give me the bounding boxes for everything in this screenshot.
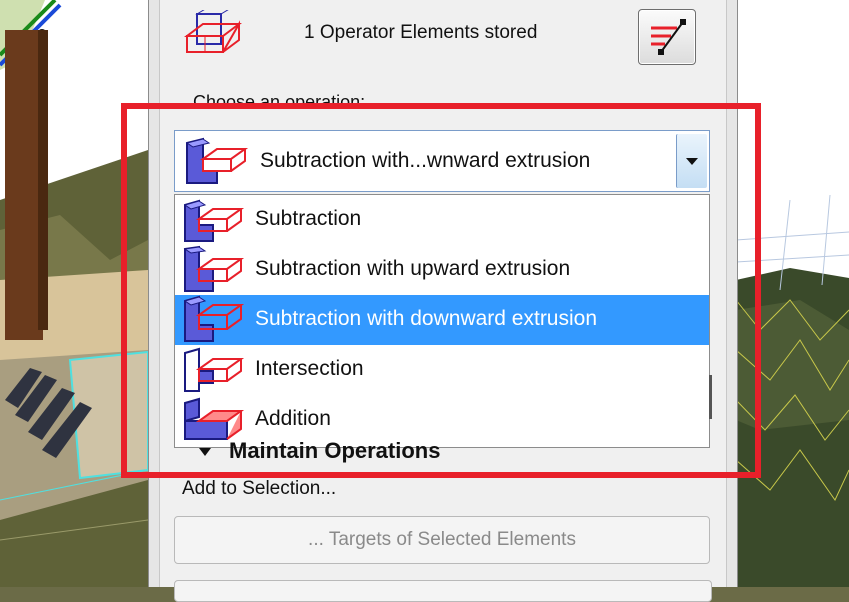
subtraction-downward-icon <box>185 137 249 184</box>
option-label: Intersection <box>255 357 364 380</box>
subtraction-upward-icon <box>183 245 245 292</box>
operator-elements-icon <box>184 10 242 53</box>
option-subtraction-upward[interactable]: Subtraction with upward extrusion <box>175 245 709 295</box>
intersection-icon <box>184 347 245 392</box>
option-subtraction[interactable]: Subtraction <box>175 195 709 245</box>
option-label: Addition <box>255 407 331 430</box>
choose-operation-label: Choose an operation: <box>193 92 366 103</box>
chevron-down-icon <box>686 158 698 165</box>
panel-right-edge <box>726 0 737 587</box>
connection-tool-icon <box>651 19 686 55</box>
targets-of-selected-button[interactable]: ... Targets of Selected Elements <box>174 516 710 564</box>
operator-count-text: 1 Operator Elements stored <box>304 22 538 43</box>
operation-dropdown[interactable]: Subtraction with...wnward extrusion <box>174 130 710 192</box>
chevron-down-icon[interactable] <box>199 448 211 456</box>
dropdown-arrow-button[interactable] <box>676 134 707 188</box>
option-intersection[interactable]: Intersection <box>175 345 709 395</box>
operators-of-selected-button[interactable] <box>174 580 712 602</box>
maintain-operations-header[interactable]: Maintain Operations <box>229 438 440 464</box>
scrollbar-peek <box>709 375 712 419</box>
select-operator-button[interactable] <box>638 9 696 65</box>
dropdown-selected-value: Subtraction with...wnward extrusion <box>260 149 591 172</box>
solid-operations-palette: 1 Operator Elements stored Choose an ope… <box>148 0 738 602</box>
option-label: Subtraction <box>255 207 362 230</box>
targets-button-label: ... Targets of Selected Elements <box>308 529 576 550</box>
subtraction-icon <box>183 199 245 242</box>
option-label: Subtraction with upward extrusion <box>255 257 571 280</box>
panel-left-edge <box>149 0 160 587</box>
option-subtraction-downward[interactable]: Subtraction with downward extrusion <box>175 295 709 345</box>
option-label: Subtraction with downward extrusion <box>255 307 598 330</box>
add-to-selection-label: Add to Selection... <box>182 478 337 499</box>
subtraction-downward-icon <box>183 295 245 342</box>
operation-options-list: Subtraction Subtraction with upward extr… <box>174 194 710 448</box>
